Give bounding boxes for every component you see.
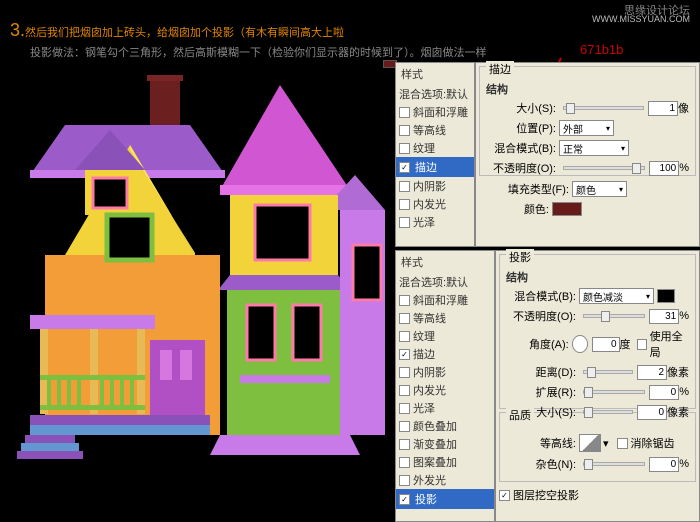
style-item[interactable]: 颜色叠加 [396, 417, 494, 435]
watermark: WWW.MISSYUAN.COM [592, 14, 690, 24]
checkbox[interactable] [399, 367, 410, 378]
structure-label: 结构 [503, 268, 692, 286]
step-title: 3.然后我们把烟囱加上砖头，给烟囱加个投影（有木有瞬间高大上啦 [10, 20, 344, 41]
size-label: 大小(S): [486, 100, 556, 116]
checkbox[interactable] [399, 475, 410, 486]
group-title: 投影 [506, 249, 534, 265]
opacity-slider[interactable] [583, 314, 645, 318]
checkbox[interactable] [399, 181, 410, 192]
style-item[interactable]: 斜面和浮雕 [396, 291, 494, 309]
checkbox[interactable] [399, 143, 410, 154]
size-input[interactable]: 0 [637, 405, 667, 420]
checkbox[interactable] [399, 125, 410, 136]
style-item[interactable]: 光泽 [396, 399, 494, 417]
blend-dropdown[interactable]: 正常 [559, 140, 629, 156]
size-slider[interactable] [563, 106, 644, 110]
position-dropdown[interactable]: 外部 [559, 120, 614, 136]
style-item[interactable]: ✓描边 [396, 345, 494, 363]
pos-label: 位置(P): [486, 120, 556, 136]
subnote: 投影做法：钢笔勾个三角形，然后高斯模糊一下（检验你们显示器的时候到了）。烟囱做法… [30, 44, 487, 60]
distance-slider[interactable] [583, 370, 633, 374]
angle-input[interactable]: 0 [592, 337, 620, 352]
style-item[interactable]: 内阴影 [396, 177, 474, 195]
color-code: 671b1b [580, 42, 623, 57]
filltype-label: 填充类型(F): [479, 181, 569, 197]
style-item[interactable]: ✓描边 [396, 157, 474, 177]
style-item[interactable]: 渐变叠加 [396, 435, 494, 453]
blend-options[interactable]: 混合选项:默认 [396, 85, 474, 103]
blend-dropdown[interactable]: 颜色减淡 [579, 288, 654, 304]
spread-input[interactable]: 0 [649, 385, 679, 400]
color-label: 颜色: [479, 201, 549, 217]
filltype-dropdown[interactable]: 颜色 [572, 181, 627, 197]
checkbox[interactable] [399, 331, 410, 342]
spread-slider[interactable] [583, 390, 645, 394]
checkbox[interactable] [399, 385, 410, 396]
structure-label: 结构 [483, 80, 692, 98]
stroke-panel: 描边 结构 大小(S):1像 位置(P):外部 混合模式(B):正常 不透明度(… [475, 62, 700, 247]
style-item[interactable]: 内发光 [396, 381, 494, 399]
shadow-panel: 投影 结构 混合模式(B):颜色减淡 不透明度(O):31% 角度(A):0度使… [495, 250, 700, 522]
size-input[interactable]: 1 [648, 101, 678, 116]
checkbox[interactable] [399, 107, 410, 118]
style-item[interactable]: ✓投影 [396, 489, 494, 509]
checkbox[interactable] [399, 199, 410, 210]
checkbox[interactable] [399, 439, 410, 450]
checkbox[interactable] [399, 457, 410, 468]
checkbox[interactable] [399, 295, 410, 306]
noise-input[interactable]: 0 [649, 457, 679, 472]
contour-picker[interactable] [579, 434, 601, 452]
style-item[interactable]: 图案叠加 [396, 453, 494, 471]
opac-label: 不透明度(O): [486, 160, 556, 176]
blend-options[interactable]: 混合选项:默认 [396, 273, 494, 291]
style-item[interactable]: 光泽 [396, 213, 474, 231]
checkbox[interactable]: ✓ [399, 349, 410, 360]
group-title: 描边 [486, 61, 514, 77]
blend-label: 混合模式(B): [486, 140, 556, 156]
house-illustration [15, 75, 385, 515]
antialias-check[interactable] [617, 438, 628, 449]
checkbox[interactable]: ✓ [399, 162, 410, 173]
style-item[interactable]: 内发光 [396, 195, 474, 213]
opacity-input[interactable]: 31 [649, 309, 679, 324]
style-item[interactable]: 外发光 [396, 471, 494, 489]
style-item[interactable]: 等高线 [396, 121, 474, 139]
angle-dial[interactable] [572, 335, 588, 353]
panel-title: 样式 [396, 63, 474, 85]
styles-list-2: 样式 混合选项:默认 斜面和浮雕等高线纹理✓描边内阴影内发光光泽颜色叠加渐变叠加… [395, 250, 495, 522]
opacity-slider[interactable] [563, 166, 645, 170]
styles-list-1: 样式 混合选项:默认 斜面和浮雕等高线纹理✓描边内阴影内发光光泽 [395, 62, 475, 247]
checkbox[interactable] [399, 403, 410, 414]
panel-title: 样式 [396, 251, 494, 273]
size-slider[interactable] [583, 410, 633, 414]
checkbox[interactable]: ✓ [399, 494, 410, 505]
shadow-color[interactable] [657, 289, 675, 303]
color-swatch[interactable] [552, 202, 582, 216]
checkbox[interactable] [399, 217, 410, 228]
quality-label: 品质 [506, 407, 534, 423]
noise-slider[interactable] [583, 462, 645, 466]
distance-input[interactable]: 2 [637, 365, 667, 380]
style-item[interactable]: 斜面和浮雕 [396, 103, 474, 121]
style-item[interactable]: 等高线 [396, 309, 494, 327]
checkbox[interactable] [399, 313, 410, 324]
opacity-input[interactable]: 100 [649, 161, 679, 176]
style-item[interactable]: 内阴影 [396, 363, 494, 381]
global-light-check[interactable] [637, 339, 647, 350]
knockout-check[interactable]: ✓ [499, 490, 510, 501]
style-item[interactable]: 纹理 [396, 139, 474, 157]
checkbox[interactable] [399, 421, 410, 432]
style-item[interactable]: 纹理 [396, 327, 494, 345]
